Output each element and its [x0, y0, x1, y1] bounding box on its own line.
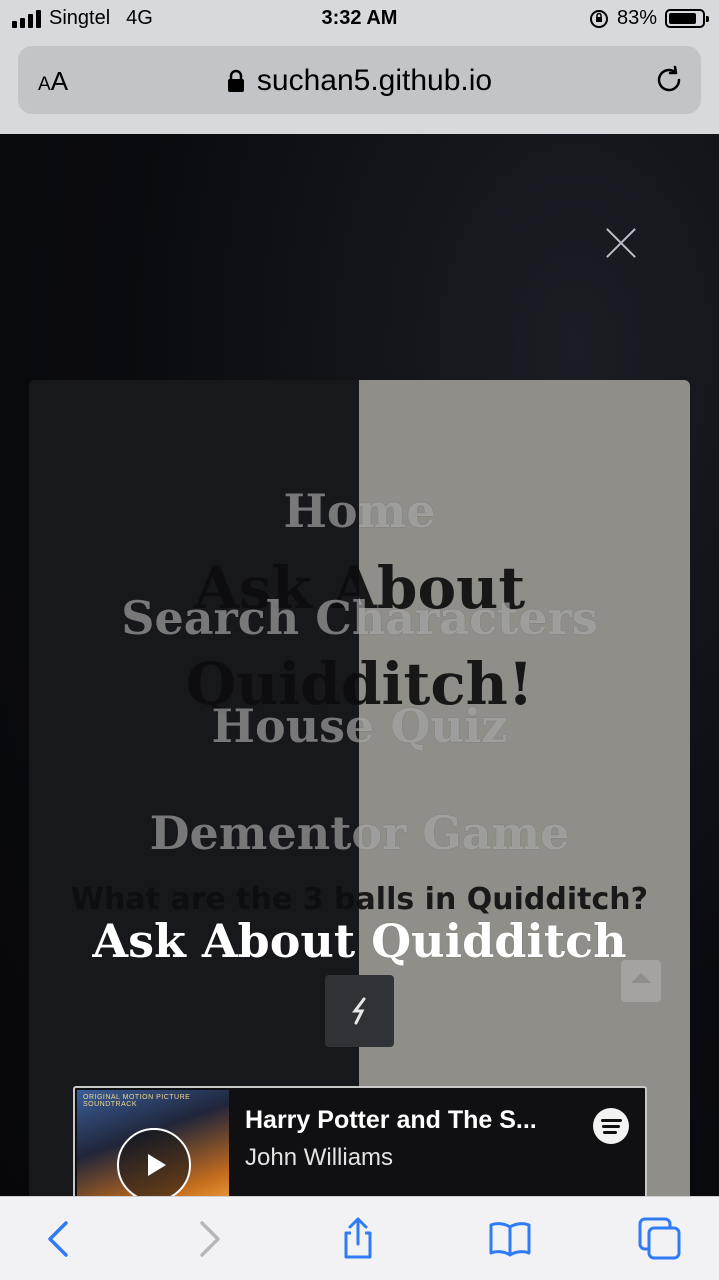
- tabs-icon[interactable]: [638, 1217, 682, 1261]
- forward-icon[interactable]: [186, 1217, 230, 1261]
- orientation-lock-icon: [589, 9, 608, 28]
- battery-icon: [665, 9, 709, 28]
- browser-header: AA suchan5.github.io: [0, 40, 719, 134]
- url-field[interactable]: suchan5.github.io: [18, 64, 701, 98]
- address-bar[interactable]: AA suchan5.github.io: [18, 46, 701, 114]
- reload-icon[interactable]: [653, 64, 685, 96]
- nav-item-search-characters[interactable]: Search Characters: [0, 591, 719, 645]
- status-bar: Singtel 4G 3:32 AM 83%: [0, 0, 719, 40]
- overlay-nav-menu: Home Search Characters House Quiz Dement…: [0, 134, 719, 1196]
- status-right: 83%: [589, 7, 709, 30]
- nav-item-ask-about-quidditch[interactable]: Ask About Quidditch: [0, 914, 719, 968]
- nav-item-house-quiz[interactable]: House Quiz: [0, 699, 719, 753]
- nav-item-home[interactable]: Home: [0, 484, 719, 538]
- back-icon[interactable]: [38, 1217, 82, 1261]
- web-page: Ask About Quidditch! What are the 3 ball…: [0, 134, 719, 1196]
- nav-item-dementor-game[interactable]: Dementor Game: [0, 806, 719, 860]
- battery-percent: 83%: [616, 7, 657, 29]
- browser-toolbar: [0, 1196, 719, 1280]
- url-text: suchan5.github.io: [256, 64, 493, 97]
- bookmarks-icon[interactable]: [488, 1217, 532, 1261]
- lock-icon: [227, 69, 244, 92]
- share-icon[interactable]: [336, 1217, 380, 1261]
